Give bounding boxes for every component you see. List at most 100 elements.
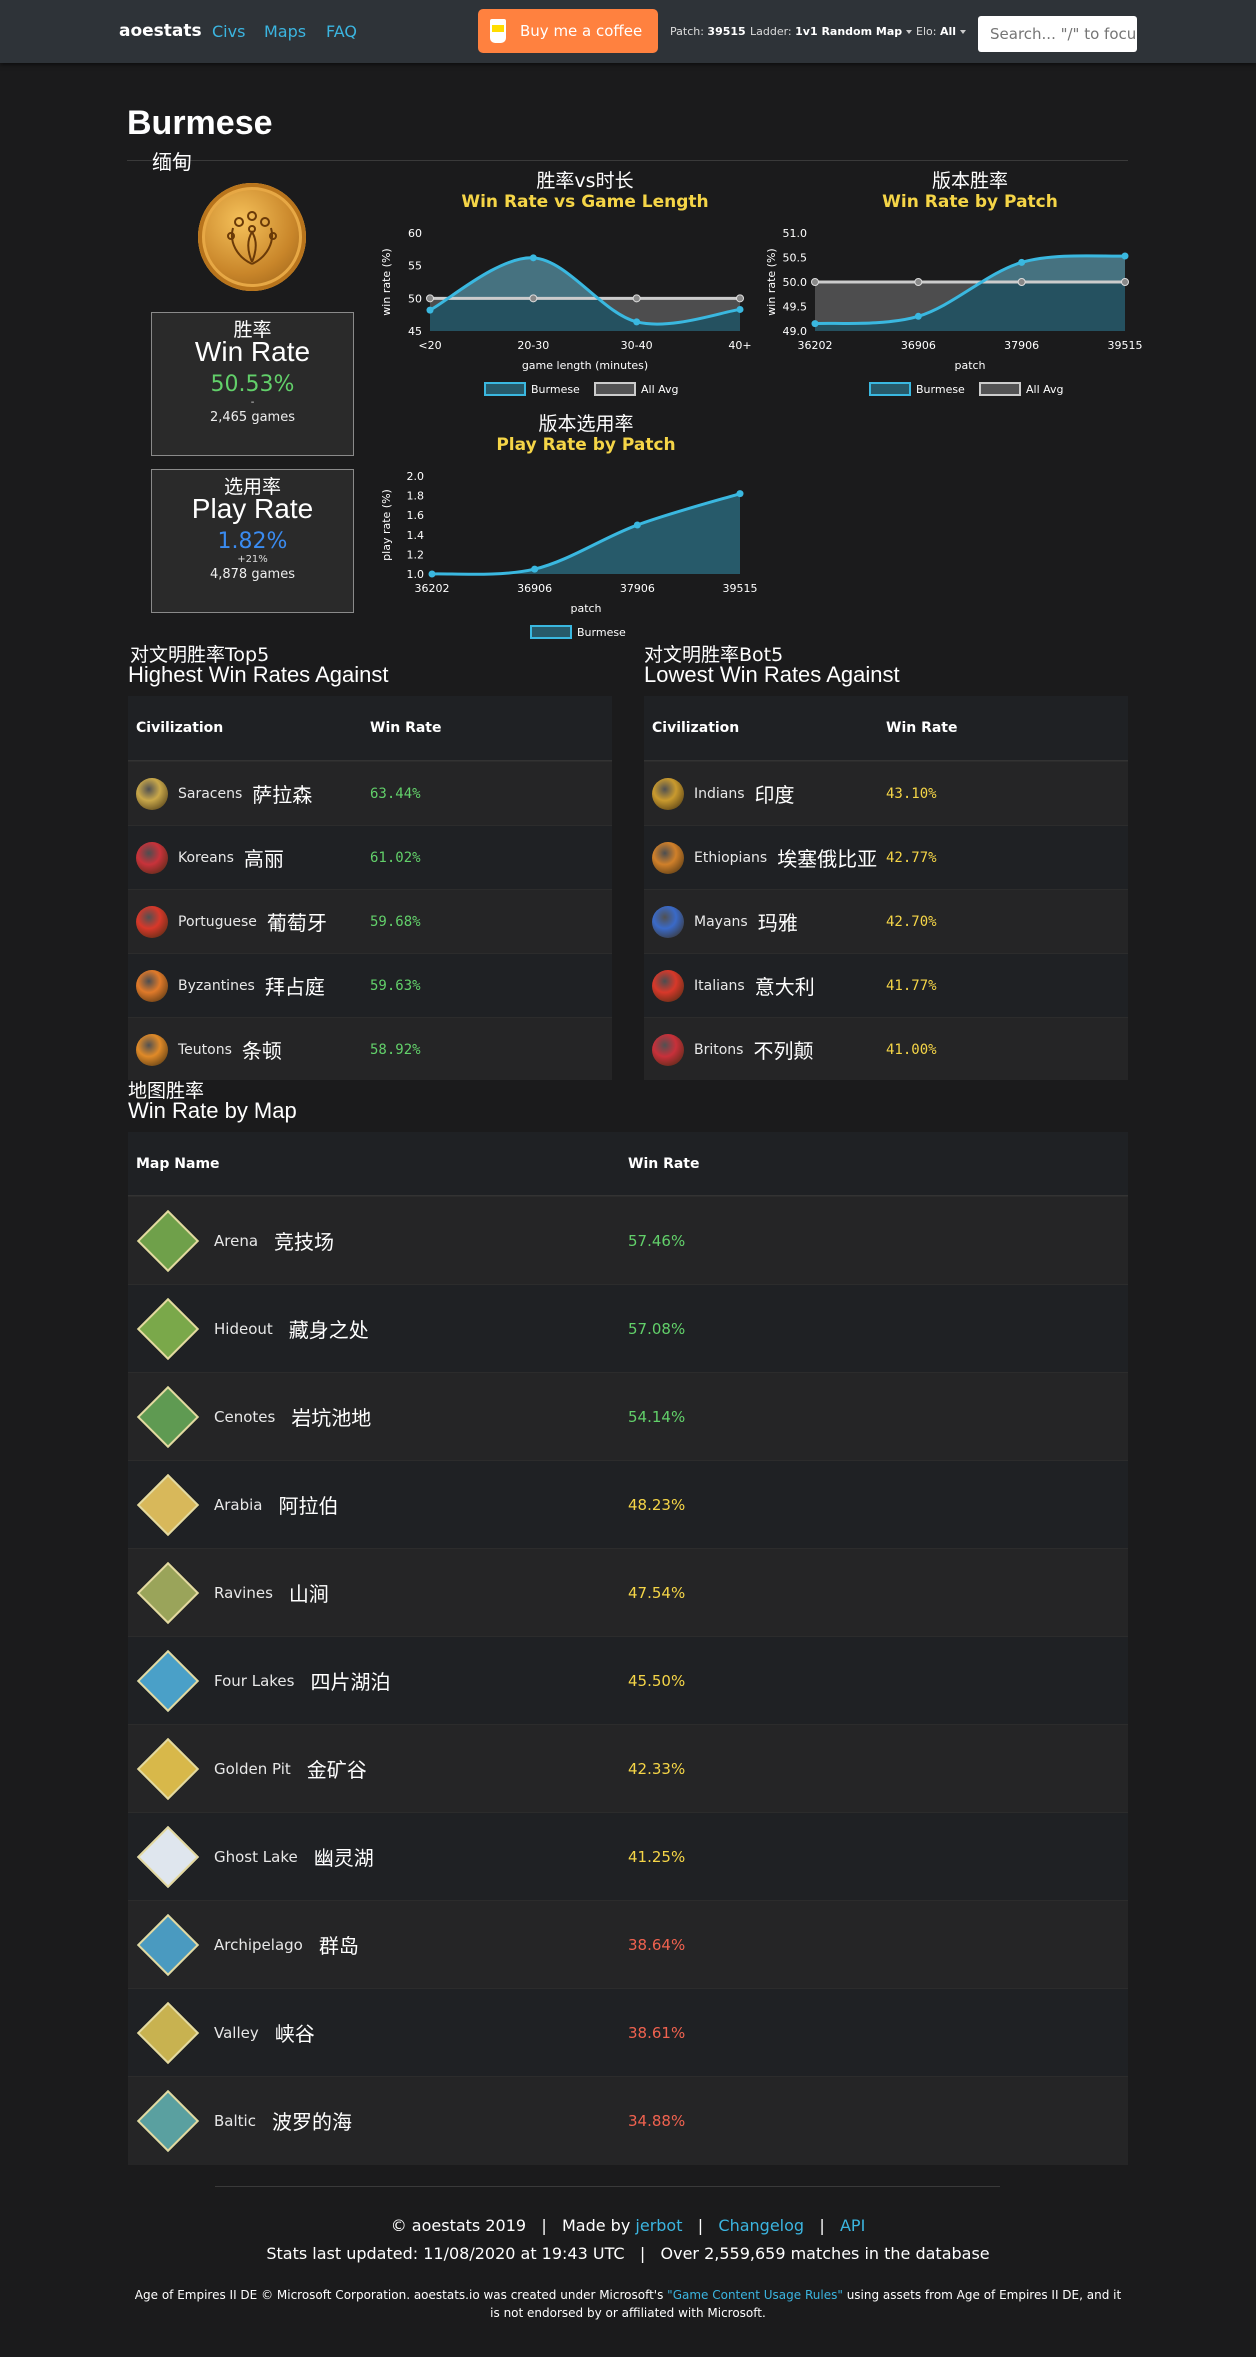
map-thumbnail-icon bbox=[136, 2001, 200, 2065]
brand-logo[interactable]: aoestats bbox=[119, 21, 202, 41]
buy-coffee-button[interactable]: Buy me a coffee bbox=[478, 9, 658, 53]
col-civilization[interactable]: Civilization bbox=[128, 720, 370, 736]
map-thumbnail-icon bbox=[136, 1561, 200, 1625]
play-rate-heading: Play Rate bbox=[191, 493, 314, 524]
map-name[interactable]: Four Lakes bbox=[214, 1672, 294, 1690]
search-input[interactable] bbox=[978, 16, 1137, 52]
col-win-rate[interactable]: Win Rate bbox=[370, 720, 442, 736]
win-rate-heading: Win Rate bbox=[194, 336, 311, 367]
table-row[interactable]: Arabia 阿拉伯 48.23% bbox=[128, 1460, 1128, 1548]
table-row[interactable]: Valley 峡谷 38.61% bbox=[128, 1988, 1128, 2076]
y-tick-label: 55 bbox=[408, 260, 422, 273]
map-name-cn: 藏身之处 bbox=[288, 1318, 369, 1342]
civ-name[interactable]: Mayans bbox=[694, 914, 748, 930]
table-row[interactable]: Indians 印度 43.10% bbox=[644, 761, 1128, 825]
play-rate-delta: +21% bbox=[237, 554, 268, 565]
civ-name[interactable]: Portuguese bbox=[178, 914, 257, 930]
map-name[interactable]: Arena bbox=[214, 1232, 258, 1250]
table-row[interactable]: Ethiopians 埃塞俄比亚 42.77% bbox=[644, 825, 1128, 889]
col-win-rate[interactable]: Win Rate bbox=[886, 720, 958, 736]
map-thumbnail-icon bbox=[136, 2089, 200, 2153]
map-thumbnail-icon bbox=[136, 1649, 200, 1713]
civ-name[interactable]: Teutons bbox=[178, 1042, 232, 1058]
table-header: Map Name Win Rate bbox=[128, 1132, 1128, 1196]
map-thumbnail-icon bbox=[136, 1209, 200, 1273]
col-map-name[interactable]: Map Name bbox=[128, 1156, 628, 1172]
legend-label: All Avg bbox=[641, 383, 679, 396]
ladder-dropdown[interactable]: Ladder: 1v1 Random Map bbox=[750, 25, 913, 38]
col-win-rate[interactable]: Win Rate bbox=[628, 1156, 700, 1172]
civ-name[interactable]: Koreans bbox=[178, 850, 234, 866]
map-thumbnail-icon bbox=[136, 1297, 200, 1361]
burmese-point bbox=[1018, 258, 1026, 266]
table-row[interactable]: Four Lakes 四片湖泊 45.50% bbox=[128, 1636, 1128, 1724]
map-name-cn: 波罗的海 bbox=[271, 2110, 352, 2134]
map-name[interactable]: Valley bbox=[214, 2024, 259, 2042]
map-cell: Golden Pit 金矿谷 bbox=[128, 1737, 628, 1801]
y-tick-label: 49.5 bbox=[783, 301, 808, 314]
civ-cell: Indians 印度 bbox=[644, 777, 886, 810]
map-name-cn: 阿拉伯 bbox=[278, 1494, 339, 1518]
map-name[interactable]: Archipelago bbox=[214, 1936, 303, 1954]
x-axis-label: patch bbox=[954, 359, 985, 372]
civ-name[interactable]: Saracens bbox=[178, 786, 242, 802]
map-name[interactable]: Cenotes bbox=[214, 1408, 275, 1426]
footer-author-link[interactable]: jerbot bbox=[635, 2216, 682, 2235]
map-name[interactable]: Ghost Lake bbox=[214, 1848, 298, 1866]
table-row[interactable]: Koreans 高丽 61.02% bbox=[128, 825, 612, 889]
map-cell: Ghost Lake 幽灵湖 bbox=[128, 1825, 628, 1889]
map-name[interactable]: Baltic bbox=[214, 2112, 256, 2130]
table-row[interactable]: Saracens 萨拉森 63.44% bbox=[128, 761, 612, 825]
nav-link-maps[interactable]: Maps bbox=[264, 22, 306, 41]
elo-dropdown[interactable]: Elo: All bbox=[916, 25, 967, 38]
civ-win-rate: 41.77% bbox=[886, 977, 937, 994]
divider bbox=[127, 160, 1128, 161]
table-row[interactable]: Britons 不列颠 41.00% bbox=[644, 1017, 1128, 1081]
table-row[interactable]: Ravines 山涧 47.54% bbox=[128, 1548, 1128, 1636]
map-thumbnail-icon bbox=[136, 1385, 200, 1449]
civ-name[interactable]: Italians bbox=[694, 978, 745, 994]
table-row[interactable]: Golden Pit 金矿谷 42.33% bbox=[128, 1724, 1128, 1812]
elo-value: All bbox=[939, 25, 957, 38]
all-avg-point bbox=[914, 278, 923, 286]
map-name[interactable]: Hideout bbox=[214, 1320, 273, 1338]
civ-name[interactable]: Byzantines bbox=[178, 978, 255, 994]
civ-name-cn: 不列颠 bbox=[753, 1039, 814, 1063]
navbar: aoestats Civs Maps FAQ Buy me a coffee P… bbox=[0, 0, 1256, 63]
civ-name[interactable]: Britons bbox=[694, 1042, 743, 1058]
nav-link-civs[interactable]: Civs bbox=[212, 22, 245, 41]
table-row[interactable]: Ghost Lake 幽灵湖 41.25% bbox=[128, 1812, 1128, 1900]
table-row[interactable]: Arena 竞技场 57.46% bbox=[128, 1196, 1128, 1284]
table-row[interactable]: Portuguese 葡萄牙 59.68% bbox=[128, 889, 612, 953]
ladder-value: 1v1 Random Map bbox=[795, 25, 903, 38]
map-name[interactable]: Arabia bbox=[214, 1496, 263, 1514]
table-row[interactable]: Hideout 藏身之处 57.08% bbox=[128, 1284, 1128, 1372]
table-row[interactable]: Italians 意大利 41.77% bbox=[644, 953, 1128, 1017]
civ-name-cn: 意大利 bbox=[754, 975, 815, 999]
table-row[interactable]: Mayans 玛雅 42.70% bbox=[644, 889, 1128, 953]
table-row[interactable]: Baltic 波罗的海 34.88% bbox=[128, 2076, 1128, 2164]
civ-emblem-icon bbox=[652, 777, 684, 810]
table-row[interactable]: Teutons 条顿 58.92% bbox=[128, 1017, 612, 1081]
civ-name[interactable]: Indians bbox=[694, 786, 745, 802]
table-row[interactable]: Byzantines 拜占庭 59.63% bbox=[128, 953, 612, 1017]
map-heading: Win Rate by Map bbox=[128, 1098, 297, 1123]
chevron-down-icon bbox=[906, 30, 913, 34]
col-civilization[interactable]: Civilization bbox=[644, 720, 886, 736]
map-name[interactable]: Golden Pit bbox=[214, 1760, 291, 1778]
civ-win-rate: 63.44% bbox=[370, 785, 421, 802]
civ-cell: Ethiopians 埃塞俄比亚 bbox=[644, 841, 886, 874]
all-avg-point bbox=[811, 278, 819, 286]
chart-title: Play Rate by Patch bbox=[496, 435, 675, 455]
map-thumbnail-icon bbox=[136, 1913, 200, 1977]
table-row[interactable]: Cenotes 岩坑池地 54.14% bbox=[128, 1372, 1128, 1460]
footer-api-link[interactable]: API bbox=[840, 2216, 865, 2235]
table-row[interactable]: Archipelago 群岛 38.64% bbox=[128, 1900, 1128, 1988]
lowest-table: Civilization Win Rate Indians 印度 43.10% Eth… bbox=[644, 696, 1128, 1080]
footer-changelog-link[interactable]: Changelog bbox=[718, 2216, 804, 2235]
map-name[interactable]: Ravines bbox=[214, 1584, 273, 1602]
footer-legal-link[interactable]: "Game Content Usage Rules" bbox=[667, 2288, 843, 2302]
nav-link-faq[interactable]: FAQ bbox=[326, 22, 357, 41]
civ-name[interactable]: Ethiopians bbox=[694, 850, 767, 866]
play-rate-value: 1.82% bbox=[217, 529, 288, 554]
